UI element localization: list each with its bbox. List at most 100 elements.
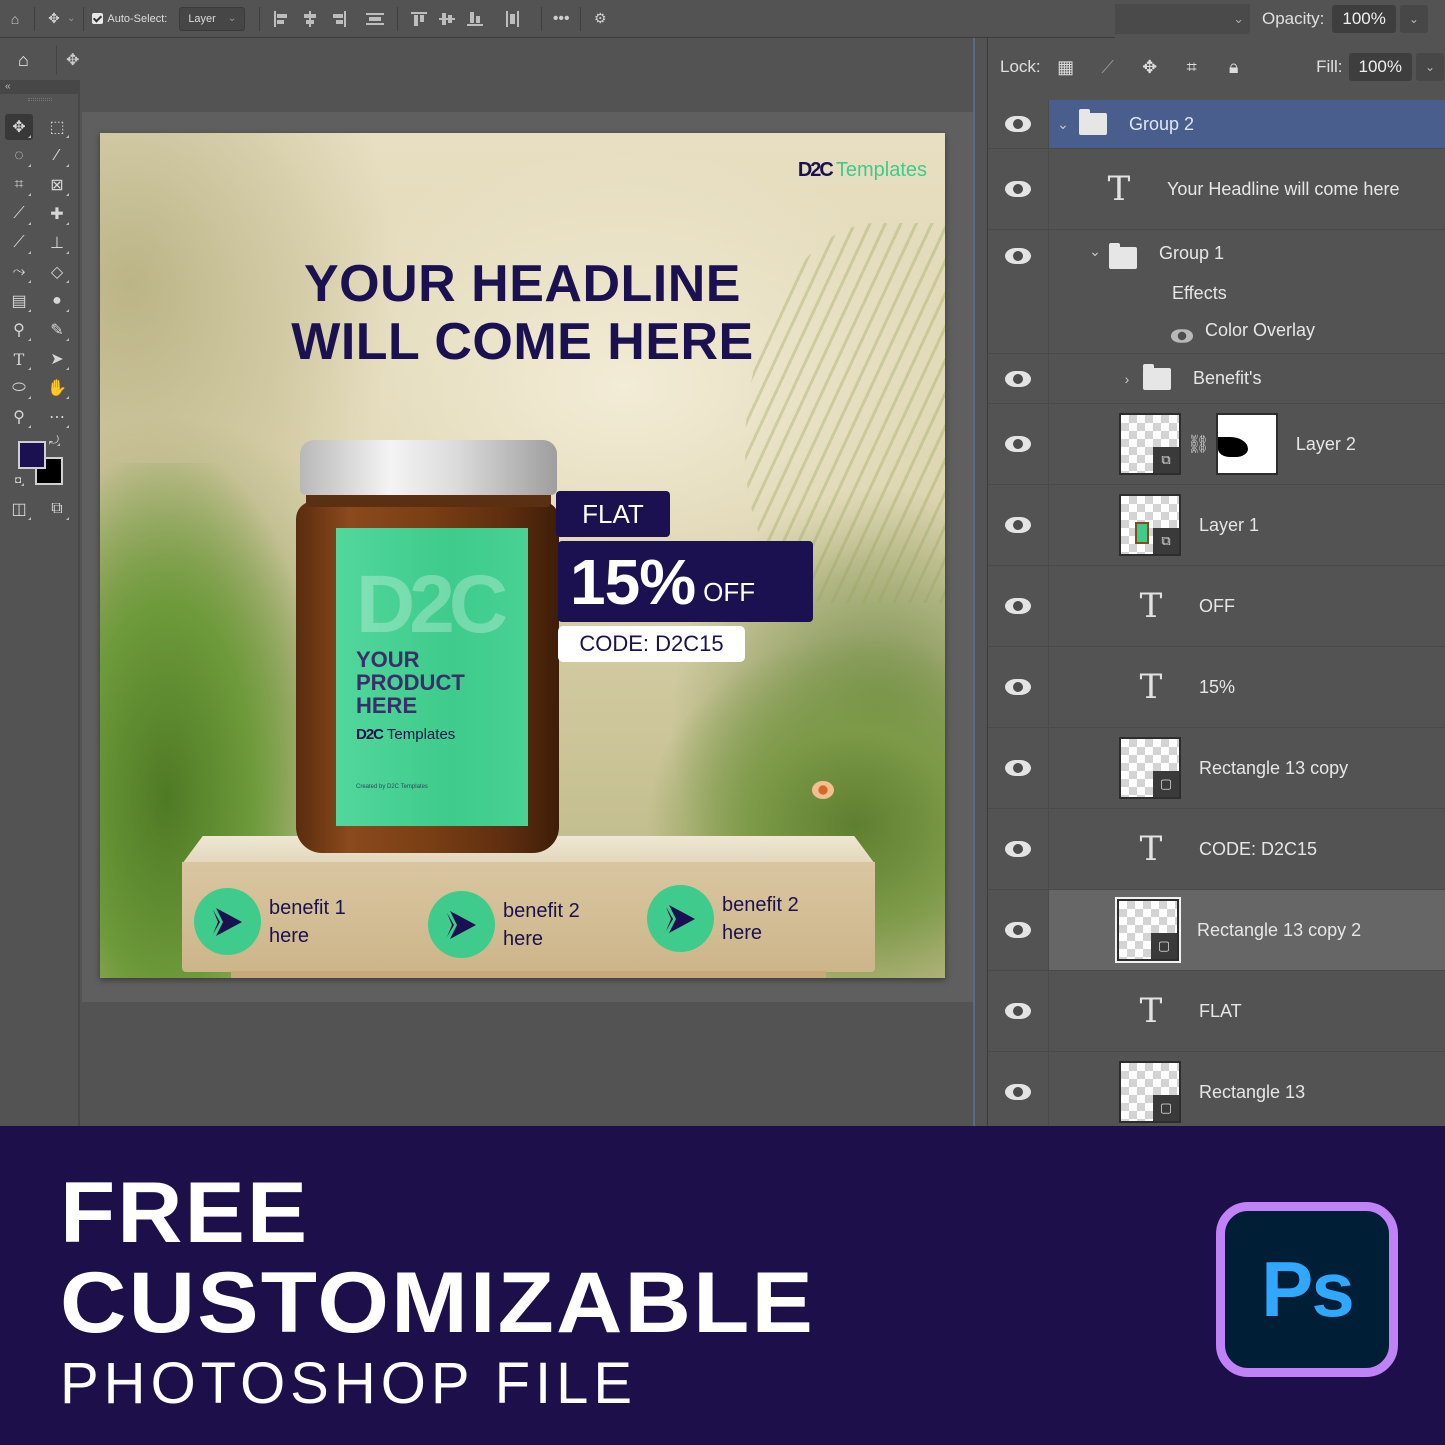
blur-tool-icon[interactable]: ● <box>43 288 71 314</box>
crop-tool-icon[interactable]: ⌗ <box>5 172 33 198</box>
visibility-toggle[interactable] <box>988 354 1049 403</box>
layer-row[interactable]: T 15% <box>988 647 1445 728</box>
blend-mode-dropdown[interactable]: ⌄ <box>1115 4 1250 34</box>
layer-content[interactable]: ⧉ ⛓ Layer 2 <box>1049 404 1445 484</box>
more-tools-icon[interactable]: ⋯ <box>43 404 71 430</box>
collapse-toolbox-button[interactable]: « <box>0 80 80 94</box>
chevron-down-icon[interactable]: ⌄ <box>1053 116 1073 133</box>
lock-image-pixels-icon[interactable]: ⟋ <box>1097 56 1119 78</box>
align-right-icon[interactable] <box>329 10 347 27</box>
hand-tool-icon[interactable]: ✋ <box>43 375 71 401</box>
chevron-right-icon[interactable]: › <box>1117 371 1137 387</box>
layer-content[interactable]: ▢ Rectangle 13 copy <box>1049 728 1445 808</box>
visibility-toggle[interactable] <box>988 1052 1049 1132</box>
visibility-toggle[interactable] <box>988 728 1049 808</box>
brush-tool-icon[interactable]: ⟋ <box>5 230 33 256</box>
layer-content[interactable]: T FLAT <box>1049 971 1445 1051</box>
align-top-icon[interactable] <box>411 11 429 27</box>
lock-artboard-icon[interactable]: ⌗ <box>1181 56 1203 78</box>
type-tool-icon[interactable]: T <box>5 346 33 372</box>
eyedropper-icon[interactable]: ⟋ <box>5 201 33 227</box>
link-icon[interactable]: ⛓ <box>1187 434 1210 455</box>
visibility-toggle[interactable] <box>988 404 1049 484</box>
foreground-color-swatch[interactable] <box>18 441 46 469</box>
home-icon[interactable]: ⌂ <box>4 8 26 30</box>
align-bottom-icon[interactable] <box>467 11 485 27</box>
default-colors-icon[interactable]: ◘ <box>10 472 26 488</box>
align-left-icon[interactable] <box>273 10 291 27</box>
visibility-toggle[interactable] <box>988 100 1049 148</box>
align-center-v-icon[interactable] <box>439 11 457 27</box>
home-icon[interactable]: ⌂ <box>18 50 29 71</box>
frame-tool-icon[interactable]: ⊠ <box>43 172 71 198</box>
effect-eye-icon[interactable] <box>1170 329 1194 343</box>
layer-content[interactable]: ⧉ Layer 1 <box>1049 485 1445 565</box>
healing-brush-icon[interactable]: ✚ <box>43 201 71 227</box>
screen-mode-icon[interactable]: ⧉ <box>43 496 71 522</box>
layer-row[interactable]: T CODE: D2C15 <box>988 809 1445 890</box>
visibility-toggle[interactable] <box>988 890 1049 970</box>
lock-transparent-pixels-icon[interactable]: ▦ <box>1055 56 1077 78</box>
layer-content[interactable]: › Benefit's <box>1049 354 1445 403</box>
layer-row[interactable]: › Benefit's <box>988 354 1445 404</box>
fill-dropdown-button[interactable]: ⌄ <box>1416 53 1444 81</box>
auto-select-checkbox[interactable] <box>92 13 104 24</box>
layer-row[interactable]: ▢ Rectangle 13 copy <box>988 728 1445 809</box>
history-brush-icon[interactable]: ⤳ <box>5 259 33 285</box>
opacity-input[interactable]: 100% <box>1332 5 1396 33</box>
visibility-toggle[interactable] <box>988 230 1049 353</box>
align-center-h-icon[interactable] <box>301 10 319 27</box>
quick-mask-icon[interactable]: ◫ <box>5 496 33 522</box>
lock-all-icon[interactable]: 🔒︎ <box>1223 56 1245 78</box>
magic-wand-icon[interactable]: ⁄ <box>43 143 71 169</box>
layer-row[interactable]: T Your Headline will come here <box>988 149 1445 230</box>
swap-colors-icon[interactable]: ⤾ <box>46 432 62 448</box>
layer-row[interactable]: T OFF <box>988 566 1445 647</box>
more-icon[interactable]: ••• <box>550 8 572 30</box>
layer-row[interactable]: ▢ Rectangle 13 <box>988 1052 1445 1133</box>
panel-divider[interactable] <box>973 38 975 1126</box>
distribute-icon[interactable] <box>366 11 385 27</box>
path-selection-icon[interactable]: ➤ <box>43 346 71 372</box>
auto-select-target-dropdown[interactable]: Layer ⌄ <box>179 6 246 31</box>
layer-content[interactable]: T Your Headline will come here <box>1049 149 1445 229</box>
layer-content[interactable]: T 15% <box>1049 647 1445 727</box>
layer-content[interactable]: ⌄ Group 2 <box>1049 100 1445 148</box>
layer-row[interactable]: ⌄ Group 2 <box>988 100 1445 149</box>
marquee-tool-icon[interactable]: ⬚ <box>43 114 71 140</box>
visibility-toggle[interactable] <box>988 485 1049 565</box>
chevron-down-icon[interactable]: ⌄ <box>1085 243 1105 260</box>
stamp-tool-icon[interactable]: ⊥ <box>43 230 71 256</box>
layer-mask-thumbnail[interactable] <box>1215 413 1278 475</box>
layer-content[interactable]: ⌄ Group 1 Effects Color Overlay <box>1049 230 1445 353</box>
pen-tool-icon[interactable]: ✎ <box>43 317 71 343</box>
visibility-toggle[interactable] <box>988 647 1049 727</box>
opacity-dropdown-button[interactable]: ⌄ <box>1399 5 1428 33</box>
layer-row[interactable]: ⧉ Layer 1 <box>988 485 1445 566</box>
chevron-down-icon[interactable]: ⌄ <box>67 13 75 24</box>
layer-content[interactable]: ▢ Rectangle 13 <box>1049 1052 1445 1132</box>
visibility-toggle[interactable] <box>988 566 1049 646</box>
layer-content[interactable]: T OFF <box>1049 566 1445 646</box>
gradient-tool-icon[interactable]: ▤ <box>5 288 33 314</box>
visibility-toggle[interactable] <box>988 971 1049 1051</box>
visibility-toggle[interactable] <box>988 149 1049 229</box>
distribute-v-icon[interactable] <box>504 10 522 27</box>
gear-icon[interactable]: ⚙ <box>589 8 611 30</box>
layer-content[interactable]: T CODE: D2C15 <box>1049 809 1445 889</box>
effect-name[interactable]: Color Overlay <box>1205 320 1315 341</box>
visibility-toggle[interactable] <box>988 809 1049 889</box>
layer-row[interactable]: ⧉ ⛓ Layer 2 <box>988 404 1445 485</box>
layer-row[interactable]: ⌄ Group 1 Effects Color Overlay <box>988 230 1445 354</box>
ellipse-tool-icon[interactable]: ⬭ <box>5 375 33 401</box>
zoom-tool-icon[interactable]: ⚲ <box>5 404 33 430</box>
lock-position-icon[interactable]: ✥ <box>1139 56 1161 78</box>
layer-content[interactable]: ▢ Rectangle 13 copy 2 <box>1049 890 1445 970</box>
eraser-icon[interactable]: ◇ <box>43 259 71 285</box>
move-tool-icon[interactable]: ✥ <box>5 114 33 140</box>
dodge-tool-icon[interactable]: ⚲ <box>5 317 33 343</box>
move-tool-icon[interactable]: ✥ <box>43 8 65 30</box>
move-icon[interactable]: ✥ <box>66 50 79 70</box>
lasso-tool-icon[interactable]: ◌ <box>5 143 33 169</box>
artboard[interactable]: D2C Templates YOUR HEADLINE WILL COME HE… <box>100 133 945 978</box>
